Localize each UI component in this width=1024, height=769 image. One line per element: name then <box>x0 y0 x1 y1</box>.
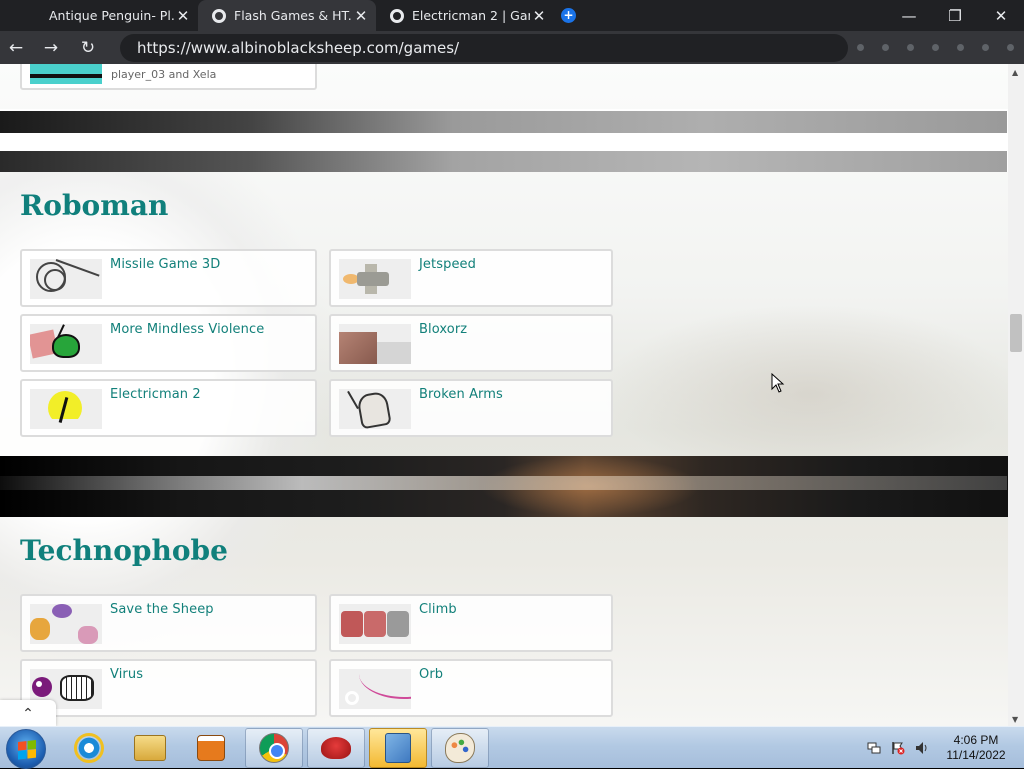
game-link[interactable]: Jetspeed <box>419 257 476 272</box>
windows-taskbar: 4:06 PM 11/14/2022 <box>0 726 1024 769</box>
tab-antique-penguin[interactable]: Antique Penguin- Pl... ✕ <box>0 0 198 31</box>
game-thumbnail <box>339 669 411 709</box>
game-link[interactable]: Broken Arms <box>419 387 503 402</box>
extension-icon[interactable] <box>982 44 989 51</box>
close-icon[interactable]: ✕ <box>352 7 370 25</box>
game-card-orb[interactable]: Orb <box>329 659 613 717</box>
start-button[interactable] <box>6 729 46 769</box>
taskbar-app[interactable] <box>307 728 365 768</box>
scroll-to-top-button[interactable]: ⌃ <box>0 700 56 726</box>
browser-tab-strip: Antique Penguin- Pl... ✕ Flash Games & H… <box>0 0 1024 31</box>
section-title-roboman: Roboman <box>20 189 169 222</box>
reload-icon[interactable]: ↻ <box>75 35 101 61</box>
scroll-up-arrow-icon[interactable]: ▲ <box>1012 68 1018 77</box>
taskbar-document-app[interactable] <box>369 728 427 768</box>
clock-time: 4:06 PM <box>953 733 999 747</box>
media-player-icon <box>197 735 225 761</box>
tab-title: Flash Games & HT... <box>234 8 352 23</box>
file-explorer-icon <box>134 735 166 761</box>
game-card[interactable]: player_03 and Xela <box>20 64 317 90</box>
internet-explorer-icon <box>74 733 104 763</box>
thumbnail-detail <box>30 74 102 78</box>
taskbar-chrome[interactable] <box>245 728 303 768</box>
banner-stripe <box>0 111 1007 133</box>
game-link[interactable]: Virus <box>110 667 143 682</box>
game-link[interactable]: Missile Game 3D <box>110 257 220 272</box>
extension-icon[interactable] <box>957 44 964 51</box>
action-center-flag-icon[interactable] <box>891 741 905 755</box>
taskbar-media-player[interactable] <box>182 728 240 768</box>
close-icon[interactable]: ✕ <box>174 7 192 25</box>
forward-arrow-icon[interactable]: → <box>38 35 64 61</box>
minimize-button[interactable]: — <box>886 0 932 31</box>
game-card-missile-game-3d[interactable]: Missile Game 3D <box>20 249 317 307</box>
game-card-climb[interactable]: Climb <box>329 594 613 652</box>
extension-icon[interactable] <box>932 44 939 51</box>
paint-icon <box>445 733 475 763</box>
game-card-more-mindless-violence[interactable]: More Mindless Violence <box>20 314 317 372</box>
extension-icon[interactable] <box>882 44 889 51</box>
system-clock[interactable]: 4:06 PM 11/14/2022 <box>940 733 1012 763</box>
windows-logo-icon <box>18 740 36 760</box>
game-thumbnail <box>339 604 411 644</box>
document-app-icon <box>385 733 411 763</box>
back-arrow-icon[interactable]: ← <box>3 35 29 61</box>
address-bar[interactable]: https://www.albinoblacksheep.com/games/ <box>120 34 848 62</box>
game-thumbnail <box>339 389 411 429</box>
network-icon[interactable] <box>867 741 881 755</box>
browser-toolbar: ← → ↻ https://www.albinoblacksheep.com/g… <box>0 31 1024 64</box>
game-credit: player_03 and Xela <box>111 68 217 81</box>
tab-electricman[interactable]: Electricman 2 | Games ✕ <box>376 0 554 31</box>
extension-icon[interactable] <box>907 44 914 51</box>
taskbar-internet-explorer[interactable] <box>60 728 118 768</box>
new-tab-button[interactable]: + <box>561 8 576 23</box>
game-card-broken-arms[interactable]: Broken Arms <box>329 379 613 437</box>
game-thumbnail <box>30 604 102 644</box>
page-scrollbar[interactable]: ▲ ▼ <box>1008 64 1024 726</box>
taskbar-paint[interactable] <box>431 728 489 768</box>
game-card-electricman-2[interactable]: Electricman 2 <box>20 379 317 437</box>
section-divider-banner <box>0 109 1008 172</box>
section-title-technophobe: Technophobe <box>20 534 228 567</box>
game-card-virus[interactable]: Virus <box>20 659 317 717</box>
game-thumbnail <box>30 259 102 299</box>
section-divider-banner <box>0 456 1008 517</box>
volume-icon[interactable] <box>915 741 929 755</box>
menu-icon[interactable] <box>1007 44 1014 51</box>
restore-button[interactable]: ❐ <box>932 0 978 31</box>
tab-flash-games[interactable]: Flash Games & HT... ✕ <box>198 0 376 31</box>
game-link[interactable]: Climb <box>419 602 457 617</box>
sheep-favicon-icon <box>390 8 404 23</box>
game-thumbnail <box>339 324 411 364</box>
scroll-down-arrow-icon[interactable]: ▼ <box>1012 715 1018 724</box>
game-link[interactable]: Electricman 2 <box>110 387 201 402</box>
page-viewport: player_03 and Xela Roboman Missile Game … <box>0 64 1008 726</box>
taskbar-file-explorer[interactable] <box>121 728 179 768</box>
extension-icon[interactable] <box>857 44 864 51</box>
game-card-bloxorz[interactable]: Bloxorz <box>329 314 613 372</box>
tab-title: Electricman 2 | Games <box>412 8 530 23</box>
chrome-icon <box>259 733 289 763</box>
game-link[interactable]: Orb <box>419 667 443 682</box>
mouse-cursor-icon <box>771 373 785 393</box>
game-link[interactable]: Bloxorz <box>419 322 467 337</box>
clock-date: 11/14/2022 <box>946 748 1006 762</box>
banner-highlight <box>0 476 1007 490</box>
game-card-save-the-sheep[interactable]: Save the Sheep <box>20 594 317 652</box>
game-thumbnail <box>30 324 102 364</box>
sheep-favicon-icon <box>212 8 226 23</box>
game-link[interactable]: More Mindless Violence <box>110 322 264 337</box>
game-thumbnail <box>339 259 411 299</box>
app-icon <box>321 737 351 759</box>
tab-title: Antique Penguin- Pl... <box>49 8 174 23</box>
close-window-button[interactable]: ✕ <box>978 0 1024 31</box>
game-card-jetspeed[interactable]: Jetspeed <box>329 249 613 307</box>
banner-stripe <box>0 151 1007 172</box>
close-icon[interactable]: ✕ <box>530 7 548 25</box>
game-link[interactable]: Save the Sheep <box>110 602 214 617</box>
scrollbar-thumb[interactable] <box>1010 314 1022 352</box>
game-thumbnail <box>30 389 102 429</box>
